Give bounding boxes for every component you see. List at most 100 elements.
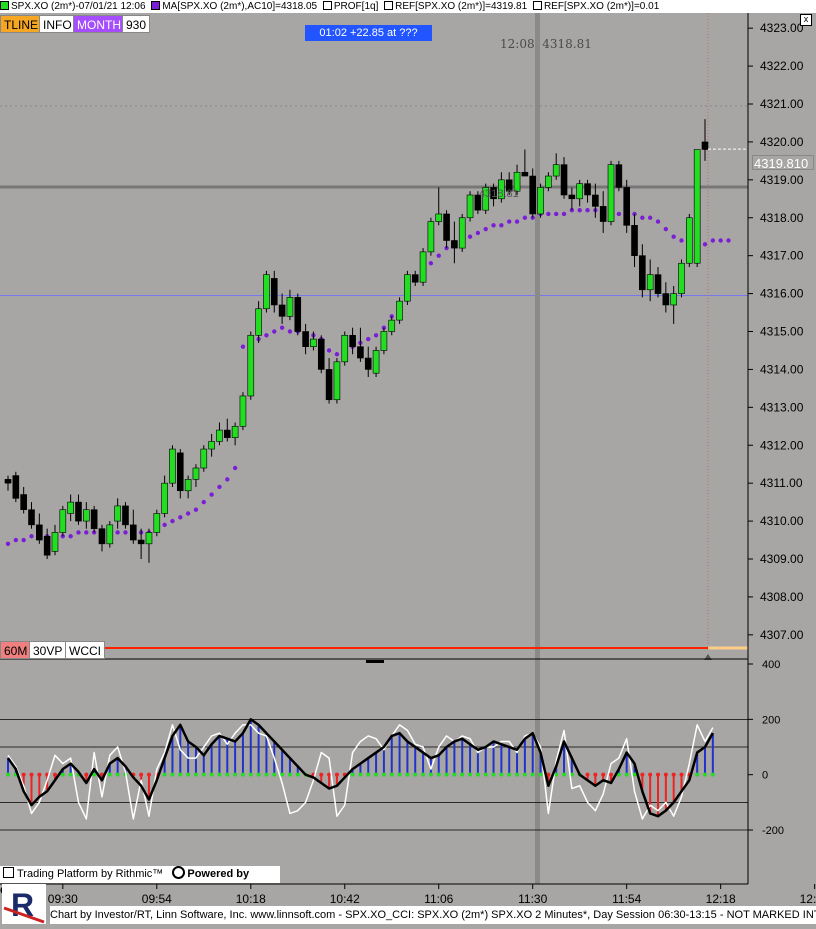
candle-body	[404, 274, 411, 302]
candle-body	[231, 425, 239, 438]
candle-body	[75, 501, 82, 522]
candle-body	[12, 475, 20, 499]
sar-dot	[436, 253, 441, 258]
cci-tick-label: 400	[762, 659, 780, 671]
candle-body	[36, 524, 43, 541]
sar-dot	[279, 325, 285, 330]
month-button[interactable]: MONTH	[73, 15, 125, 33]
y-tick-label: 4321.00	[760, 97, 804, 111]
cci-tick-label: -200	[762, 825, 784, 837]
cci-pane	[0, 658, 816, 831]
candle-body	[537, 187, 544, 215]
candle-body	[670, 293, 677, 306]
sar-dot	[554, 211, 559, 217]
x-tick-label: 09:30	[48, 892, 78, 906]
y-tick-label: 4309.00	[760, 552, 804, 566]
pane-divider-mark	[366, 660, 384, 663]
cci-tick-label: 0	[762, 770, 768, 782]
sar-dot	[162, 522, 167, 528]
candle-body	[419, 251, 427, 283]
y-tick-label: 4323.00	[760, 21, 804, 35]
close-icon[interactable]: x	[800, 14, 812, 26]
footer-text: Chart by Investor/RT, Linn Software, Inc…	[50, 909, 816, 921]
candle-body	[90, 509, 98, 529]
info-button[interactable]: INFO	[39, 15, 76, 33]
cci-zero-dot	[389, 772, 394, 777]
sar-dot	[170, 518, 175, 524]
sar-dot	[428, 261, 434, 266]
sar-dot	[84, 530, 89, 535]
last-price-label: 4319.810	[752, 155, 814, 171]
candle-body	[662, 293, 670, 306]
candle-body	[607, 164, 615, 222]
cci-zero-dot	[421, 772, 426, 777]
sar-dot	[679, 238, 684, 243]
y-tick-label: 4318.00	[760, 211, 804, 225]
candle-body	[98, 528, 106, 545]
cci-zero-dot	[609, 772, 614, 777]
cci-zero-dot	[217, 772, 222, 777]
crosshair-vertical	[535, 13, 540, 884]
candle-body	[153, 513, 161, 533]
cci-zero-dot	[170, 772, 175, 777]
cci-zero-dot	[601, 772, 606, 777]
sar-dot	[185, 511, 191, 516]
candle-body	[568, 194, 576, 200]
candle-body	[615, 164, 623, 188]
candle-body	[278, 304, 286, 317]
candle-body	[521, 171, 529, 177]
cci-zero-dot	[710, 772, 715, 777]
candle-body	[310, 338, 317, 347]
cci-zero-dot	[585, 772, 590, 777]
chart-canvas[interactable]: 4307.00 4308.00 4309.00 4310.00 4311.00 4312.…	[0, 0, 816, 924]
cci-zero-dot	[381, 772, 386, 777]
candle-body	[631, 225, 638, 256]
cci-zero-dot	[358, 772, 363, 777]
cci-zero-dot	[460, 772, 465, 777]
sar-dot	[640, 215, 645, 220]
sar-dot	[209, 492, 214, 497]
y-tick-label: 4310.00	[760, 514, 804, 528]
candle-body	[451, 240, 458, 249]
cci-zero-dot	[405, 772, 410, 777]
cci-zero-dot	[21, 772, 26, 777]
cci-zero-dot	[115, 772, 120, 777]
930-button[interactable]: 930	[122, 15, 151, 33]
candle-body	[317, 338, 325, 370]
sar-dot	[546, 211, 551, 217]
branding-bar: Trading Platform by Rithmic™ Powered by …	[0, 866, 280, 897]
wcci-button[interactable]: WCCI	[65, 641, 105, 659]
candle-body	[4, 479, 12, 484]
candle-body	[67, 501, 74, 514]
60m-button[interactable]: 60M	[0, 641, 32, 659]
candle-body	[59, 509, 67, 533]
candle-body	[106, 524, 114, 545]
candle-body	[388, 319, 396, 332]
sar-dot	[514, 219, 520, 224]
candle-body	[435, 213, 443, 222]
candle-body	[357, 346, 364, 359]
tline-button[interactable]: TLINE	[0, 15, 43, 33]
cci-zero-dot	[366, 772, 371, 777]
candle-body	[286, 297, 294, 317]
cci-tick-label: 200	[762, 714, 780, 726]
candle-body	[247, 334, 255, 397]
30vp-button[interactable]: 30VP	[29, 641, 67, 659]
cci-zero-dot	[209, 772, 214, 777]
candle-body	[560, 164, 568, 196]
sar-dot	[334, 352, 340, 357]
footer-caption: Chart by Investor/RT, Linn Software, Inc…	[50, 906, 816, 924]
cci-zero-dot	[640, 772, 645, 777]
sar-dot	[373, 333, 379, 338]
cci-zero-dot	[522, 772, 527, 777]
candle-body	[114, 505, 121, 522]
cci-zero-dot	[475, 772, 480, 777]
cci-zero-dot	[671, 772, 676, 777]
cci-zero-dot	[452, 772, 457, 777]
sar-dot	[123, 530, 128, 535]
candle-body	[529, 175, 537, 215]
candle-body	[341, 334, 349, 363]
info-box: 01:02 +22.85 at ???	[305, 25, 432, 41]
candle-body	[145, 532, 153, 545]
cci-zero-dot	[256, 772, 261, 777]
